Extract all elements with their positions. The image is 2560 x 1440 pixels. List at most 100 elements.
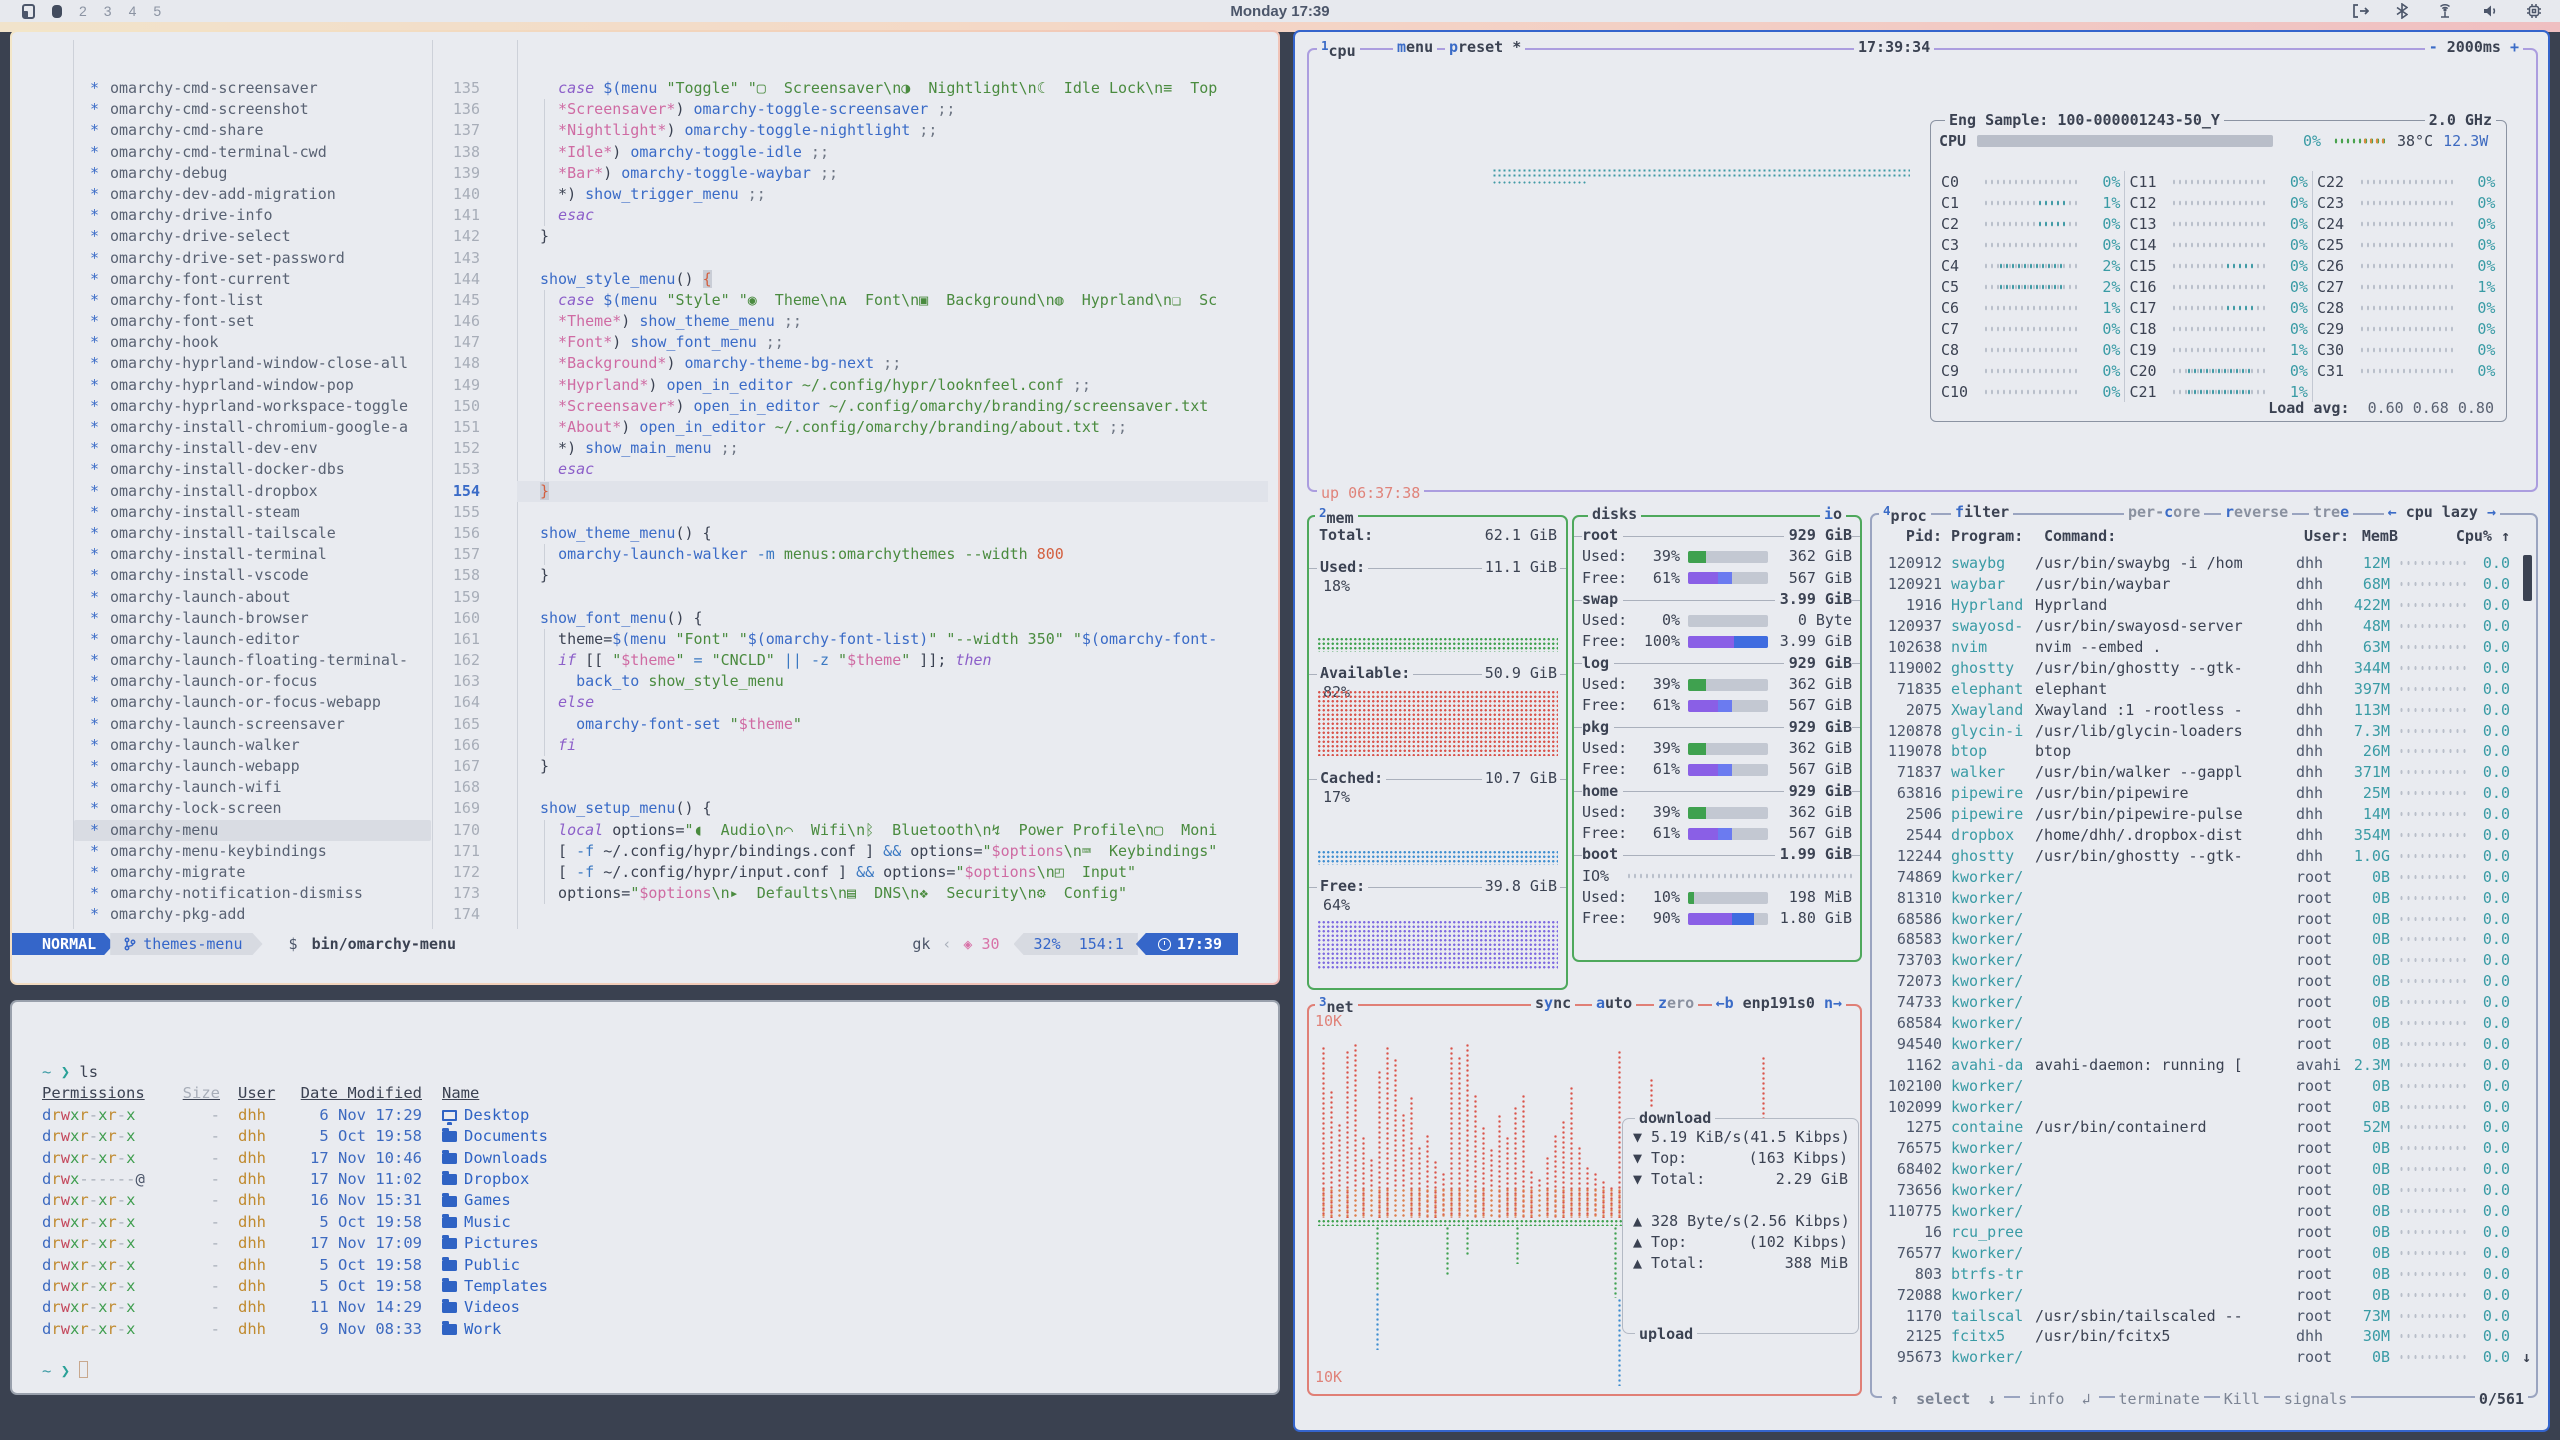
file-item[interactable]: *omarchy-hook — [74, 332, 431, 353]
file-item[interactable]: *omarchy-drive-select — [74, 226, 431, 247]
code-line[interactable] — [517, 904, 1268, 925]
process-row[interactable]: 74733kworker/root0B0.0 — [1882, 992, 2510, 1013]
process-row[interactable]: 68584kworker/root0B0.0 — [1882, 1013, 2510, 1034]
file-item[interactable]: *omarchy-menu-keybindings — [74, 841, 431, 862]
proc-nav[interactable]: ← cpu lazy → — [2384, 503, 2500, 521]
file-item[interactable]: *omarchy-launch-screensaver — [74, 714, 431, 735]
pane-separator-2[interactable] — [432, 40, 433, 929]
file-item[interactable]: *omarchy-launch-or-focus-webapp — [74, 692, 431, 713]
code-line[interactable]: esac — [517, 205, 1268, 226]
process-row[interactable]: 120912swaybg/usr/bin/swaybg -i /homdhh12… — [1882, 553, 2510, 574]
code-line[interactable]: *Background*) omarchy-theme-bg-next ;; — [517, 353, 1268, 374]
chip-icon[interactable] — [2526, 3, 2542, 19]
file-item[interactable]: *omarchy-install-dropbox — [74, 481, 431, 502]
code-line[interactable] — [517, 777, 1268, 798]
code-line[interactable]: show_setup_menu() { — [517, 798, 1268, 819]
file-item[interactable]: *omarchy-cmd-terminal-cwd — [74, 142, 431, 163]
code-line[interactable]: } — [517, 565, 1268, 586]
logout-icon[interactable] — [2352, 3, 2369, 19]
net-auto-button[interactable]: auto — [1592, 994, 1636, 1012]
process-row[interactable]: 74869kworker/root0B0.0 — [1882, 866, 2510, 887]
process-row[interactable]: 12244ghostty/usr/bin/ghostty --gtk-dhh1.… — [1882, 845, 2510, 866]
code-line[interactable]: esac — [517, 459, 1268, 480]
file-item[interactable]: *omarchy-launch-about — [74, 587, 431, 608]
file-item[interactable]: *omarchy-launch-browser — [74, 608, 431, 629]
process-row[interactable]: 803btrfs-trroot0B0.0 — [1882, 1263, 2510, 1284]
code-line[interactable]: [ -f ~/.config/hypr/input.conf ] && opti… — [517, 862, 1268, 883]
process-row[interactable]: 110775kworker/root0B0.0 — [1882, 1201, 2510, 1222]
file-item[interactable]: *omarchy-launch-editor — [74, 629, 431, 650]
filter-button[interactable]: filter — [1951, 503, 2013, 521]
file-item[interactable]: *omarchy-menu — [74, 820, 431, 841]
process-row[interactable]: 16rcu_preeroot0B0.0 — [1882, 1222, 2510, 1243]
process-row[interactable]: 119078btopbtopdhh26M0.0 — [1882, 741, 2510, 762]
process-row[interactable]: 102099kworker/root0B0.0 — [1882, 1096, 2510, 1117]
process-row[interactable]: 120878glycin-i/usr/lib/glycin-loadersdhh… — [1882, 720, 2510, 741]
code-line[interactable]: case $(menu "Toggle" "▢ Screensaver\n◑ N… — [517, 78, 1268, 99]
process-row[interactable]: 63816pipewire/usr/bin/pipewiredhh25M0.0 — [1882, 783, 2510, 804]
code-line[interactable]: *About*) open_in_editor ~/.config/omarch… — [517, 417, 1268, 438]
file-item[interactable]: *omarchy-launch-or-focus — [74, 671, 431, 692]
code-line[interactable]: options="$options\n▸ Defaults\n▤ DNS\n❖ … — [517, 883, 1268, 904]
code-line[interactable]: *Idle*) omarchy-toggle-idle ;; — [517, 142, 1268, 163]
network-icon[interactable] — [2435, 3, 2455, 19]
process-row[interactable]: 1275containe/usr/bin/containerdroot52M0.… — [1882, 1117, 2510, 1138]
code-line[interactable]: show_theme_menu() { — [517, 523, 1268, 544]
code-line[interactable]: *Theme*) show_theme_menu ;; — [517, 311, 1268, 332]
code-line[interactable]: } — [517, 226, 1268, 247]
code-line[interactable]: } — [517, 756, 1268, 777]
terminate-button[interactable]: terminate — [2115, 1390, 2204, 1408]
code-line[interactable] — [517, 502, 1268, 523]
file-item[interactable]: *omarchy-drive-set-password — [74, 248, 431, 269]
shell-prompt-empty[interactable]: ~ ❯ — [42, 1361, 1258, 1382]
code-line[interactable]: back_to show_style_menu — [517, 671, 1268, 692]
process-row[interactable]: 95673kworker/root0B0.0 — [1882, 1347, 2510, 1368]
process-row[interactable]: 94540kworker/root0B0.0 — [1882, 1033, 2510, 1054]
file-item[interactable]: *omarchy-hyprland-window-close-all — [74, 353, 431, 374]
volume-icon[interactable] — [2482, 3, 2499, 19]
file-item[interactable]: *omarchy-drive-info — [74, 205, 431, 226]
file-item[interactable]: *omarchy-install-docker-dbs — [74, 459, 431, 480]
file-item[interactable]: *omarchy-pkg-add — [74, 904, 431, 925]
process-row[interactable]: 2125fcitx5/usr/bin/fcitx5dhh30M0.0 — [1882, 1326, 2510, 1347]
code-line[interactable]: omarchy-font-set "$theme" — [517, 714, 1268, 735]
process-row[interactable]: 102100kworker/root0B0.0 — [1882, 1075, 2510, 1096]
process-row[interactable]: 102638nvimnvim --embed .dhh63M0.0 — [1882, 637, 2510, 658]
reverse-button[interactable]: reverse — [2221, 503, 2292, 521]
code-line[interactable]: *) show_trigger_menu ;; — [517, 184, 1268, 205]
process-row[interactable]: 72088kworker/root0B0.0 — [1882, 1284, 2510, 1305]
net-interface[interactable]: ←b enp191s0 n→ — [1712, 994, 1846, 1012]
code-buffer[interactable]: case $(menu "Toggle" "▢ Screensaver\n◑ N… — [517, 78, 1268, 926]
file-item[interactable]: *omarchy-install-chromium-google-a — [74, 417, 431, 438]
process-row[interactable]: 1170tailscal/usr/sbin/tailscaled --root7… — [1882, 1305, 2510, 1326]
kill-button[interactable]: Kill — [2220, 1390, 2264, 1408]
select-button[interactable]: ↑ select ↓ — [1882, 1390, 2004, 1408]
file-item[interactable]: *omarchy-font-list — [74, 290, 431, 311]
code-line[interactable]: if [[ "$theme" = "CNCLD" || -z "$theme" … — [517, 650, 1268, 671]
menu-button[interactable]: menu — [1393, 38, 1437, 56]
io-toggle[interactable]: io — [1820, 505, 1846, 523]
code-line[interactable]: else — [517, 692, 1268, 713]
file-item[interactable]: *omarchy-font-set — [74, 311, 431, 332]
file-item[interactable]: *omarchy-migrate — [74, 862, 431, 883]
process-row[interactable]: 2075XwaylandXwayland :1 -rootless -dhh11… — [1882, 699, 2510, 720]
code-line[interactable]: } — [517, 481, 1268, 502]
preset-button[interactable]: preset * — [1445, 38, 1525, 56]
process-row[interactable]: 76575kworker/root0B0.0 — [1882, 1138, 2510, 1159]
file-item[interactable]: *omarchy-dev-add-migration — [74, 184, 431, 205]
file-item[interactable]: *omarchy-debug — [74, 163, 431, 184]
process-row[interactable]: 68402kworker/root0B0.0 — [1882, 1159, 2510, 1180]
file-item[interactable]: *omarchy-cmd-screensaver — [74, 78, 431, 99]
process-row[interactable]: 81310kworker/root0B0.0 — [1882, 887, 2510, 908]
code-line[interactable]: case $(menu "Style" "◉ Theme\nᴀ Font\n▣ … — [517, 290, 1268, 311]
code-line[interactable]: theme=$(menu "Font" "$(omarchy-font-list… — [517, 629, 1268, 650]
code-line[interactable]: *Bar*) omarchy-toggle-waybar ;; — [517, 163, 1268, 184]
code-line[interactable]: show_font_menu() { — [517, 608, 1268, 629]
file-item[interactable]: *omarchy-launch-wifi — [74, 777, 431, 798]
process-row[interactable]: 120921waybar/usr/bin/waybardhh68M0.0 — [1882, 574, 2510, 595]
git-branch[interactable]: themes-menu — [110, 933, 262, 955]
code-line[interactable]: *Font*) show_font_menu ;; — [517, 332, 1268, 353]
file-item[interactable]: *omarchy-cmd-screenshot — [74, 99, 431, 120]
file-item[interactable]: *omarchy-launch-walker — [74, 735, 431, 756]
clock[interactable]: Monday 17:39 — [0, 3, 2560, 20]
